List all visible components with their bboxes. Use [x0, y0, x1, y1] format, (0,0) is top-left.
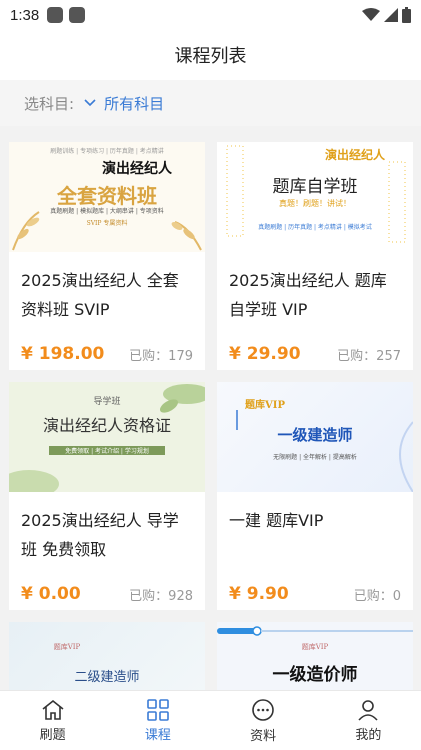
page-title: 课程列表	[174, 46, 247, 67]
signal-icon	[384, 8, 398, 22]
course-card[interactable]: 导学班 演出经纪人资格证 免费领取 | 考试介绍 | 学习规划 2025演出经纪…	[9, 382, 205, 610]
course-sold-count: 已购：0	[353, 588, 401, 604]
cover-top-text: 题库VIP	[301, 643, 329, 651]
cover-top-text: 刷题训练 | 专项练习 | 历年真题 | 考点精讲	[50, 148, 164, 155]
course-card[interactable]: 刷题训练 | 专项练习 | 历年真题 | 考点精讲 演出经纪人 全套资料班 真题…	[9, 142, 205, 370]
cover-brand: 演出经纪人	[102, 161, 172, 177]
course-cover-image: 题库VIP 二级建造师	[9, 622, 205, 690]
tab-label: 刷题	[39, 727, 66, 743]
cover-headline: 二级建造师	[74, 670, 140, 685]
subject-select[interactable]: 所有科目	[84, 93, 164, 114]
course-cover-image: 题库VIP 一级造价师	[217, 622, 413, 690]
cover-top-text: 导学班	[93, 397, 121, 407]
course-footer: ¥ 198.00 已购：179	[9, 338, 205, 370]
course-sold-count: 已购：257	[337, 348, 401, 364]
cover-tags: 免费领取 | 考试介绍 | 学习规划	[49, 446, 165, 455]
user-icon	[358, 699, 378, 721]
course-title: 2025演出经纪人 题库自学班 VIP	[229, 271, 387, 319]
tab-practice[interactable]: 刷题	[0, 691, 105, 750]
course-price: ¥ 198.00	[21, 344, 105, 364]
chat-icon	[252, 698, 274, 721]
course-card[interactable]: 题库VIP 二级建造师	[9, 622, 205, 690]
subject-select-value: 所有科目	[104, 94, 165, 113]
course-price: ¥ 0.00	[21, 584, 81, 604]
title-bar: 课程列表	[0, 30, 421, 80]
chevron-down-icon	[84, 99, 96, 107]
cover-sub: 真题！刷题！讲试！	[279, 199, 351, 208]
cover-headline: 一级建造师	[277, 426, 353, 444]
notification-icon	[47, 7, 64, 23]
tab-courses[interactable]: 课程	[105, 691, 210, 750]
tab-label: 资料	[250, 728, 277, 744]
tab-label: 课程	[144, 727, 171, 743]
cover-tags: 无限刷题 | 全年解析 | 提高解析	[273, 454, 357, 461]
course-title: 2025演出经纪人 全套资料班 SVIP	[21, 271, 179, 319]
subject-filter: 选科目: 所有科目	[0, 80, 421, 126]
cover-headline: 演出经纪人资格证	[42, 416, 171, 435]
course-cover-image: 题库VIP 一级建造师 无限刷题 | 全年解析 | 提高解析	[217, 382, 413, 492]
course-cover-image: 刷题训练 | 专项练习 | 历年真题 | 考点精讲 演出经纪人 全套资料班 真题…	[9, 142, 205, 252]
course-sold-count: 已购：179	[129, 348, 193, 364]
wifi-icon	[362, 8, 380, 21]
course-title: 一建 题库VIP	[229, 511, 324, 530]
filter-label: 选科目:	[24, 94, 75, 113]
notification-icon	[69, 7, 86, 23]
grid-icon	[147, 698, 169, 721]
cover-brand: 演出经纪人	[324, 148, 385, 162]
cover-badge: SVIP 专属资料	[86, 220, 128, 227]
home-icon	[42, 699, 64, 720]
cover-tags: 真题刷题 | 模拟题库 | 大纲串讲 | 专项资料	[50, 208, 164, 215]
status-bar: 1:38	[0, 0, 421, 30]
course-footer: ¥ 9.90 已购：0	[217, 578, 413, 610]
battery-icon	[402, 7, 411, 23]
tab-label: 我的	[355, 727, 382, 743]
bottom-tab-bar: 刷题 课程 资料 我的	[0, 690, 421, 750]
status-icons	[362, 7, 411, 23]
status-time: 1:38	[10, 6, 40, 24]
course-price: ¥ 9.90	[229, 584, 289, 604]
course-card[interactable]: 演出经纪人 题库自学班 真题！刷题！讲试！ 真题刷题 | 历年真题 | 考点精讲…	[217, 142, 413, 370]
course-footer: ¥ 29.90 已购：257	[217, 338, 413, 370]
cover-headline: 题库自学班	[272, 177, 358, 197]
course-sold-count: 已购：928	[129, 588, 193, 604]
cover-top-text: 题库VIP	[245, 400, 285, 411]
cover-tags: 真题刷题 | 历年真题 | 考点精讲 | 模拟考试	[258, 224, 372, 231]
tab-materials[interactable]: 资料	[211, 691, 316, 750]
progress-decoration-icon	[217, 626, 413, 636]
tab-mine[interactable]: 我的	[316, 691, 421, 750]
cover-headline: 全套资料班	[57, 184, 157, 208]
cover-headline: 一级造价师	[272, 665, 358, 685]
course-price: ¥ 29.90	[229, 344, 301, 364]
course-card[interactable]: 题库VIP 一级建造师 无限刷题 | 全年解析 | 提高解析 一建 题库VIP …	[217, 382, 413, 610]
course-card[interactable]: 题库VIP 一级造价师	[217, 622, 413, 690]
course-footer: ¥ 0.00 已购：928	[9, 578, 205, 610]
course-cover-image: 导学班 演出经纪人资格证 免费领取 | 考试介绍 | 学习规划	[9, 382, 205, 492]
cover-top-text: 题库VIP	[53, 643, 81, 651]
course-cover-image: 演出经纪人 题库自学班 真题！刷题！讲试！ 真题刷题 | 历年真题 | 考点精讲…	[217, 142, 413, 252]
course-title: 2025演出经纪人 导学班 免费领取	[21, 511, 179, 559]
